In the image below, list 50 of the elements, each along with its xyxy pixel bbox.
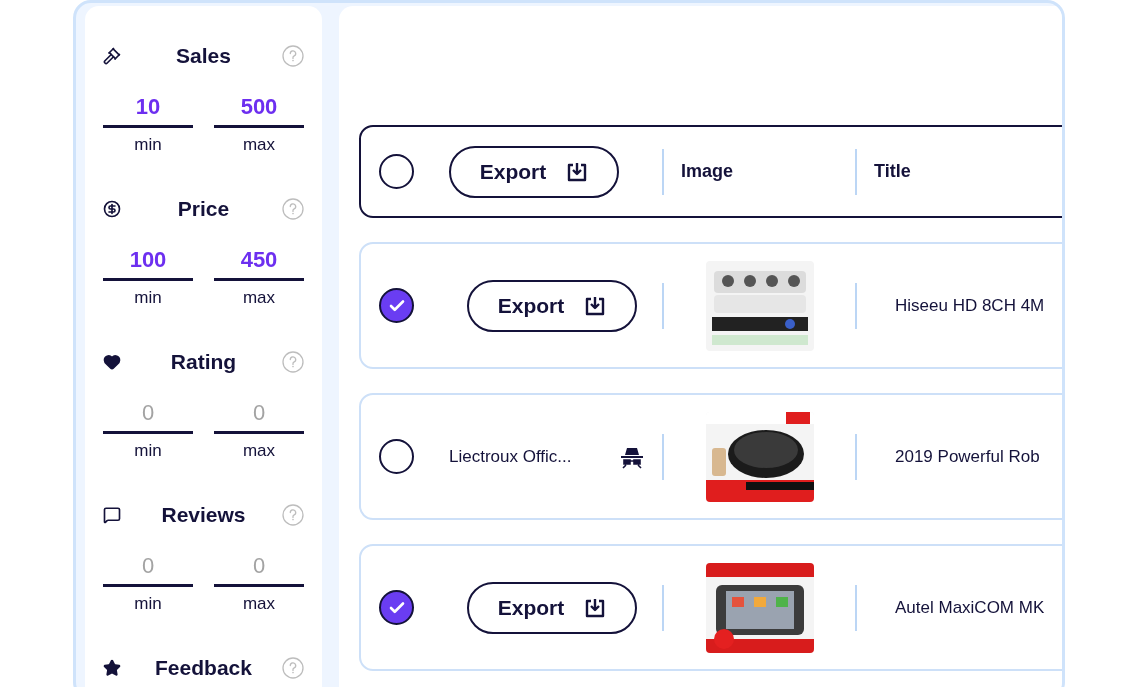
product-row[interactable]: Liectroux Offic... 2019 Powerful Rob [359, 393, 1062, 520]
export-button[interactable]: Export [467, 581, 637, 634]
help-icon[interactable] [282, 656, 304, 679]
field-label: min [134, 592, 162, 615]
number-field[interactable]: 0 [103, 548, 193, 587]
field-label: min [134, 286, 162, 309]
download-icon [566, 161, 589, 182]
filter-title: Price [176, 196, 231, 222]
seller-name: Liectroux Offic... [449, 445, 572, 468]
number-field[interactable]: 0 [103, 395, 193, 434]
filter-title: Sales [175, 43, 232, 69]
gavel-icon [103, 46, 121, 65]
field-label: max [242, 592, 276, 615]
select-checkbox[interactable] [379, 590, 414, 625]
export-button[interactable]: Export [449, 145, 619, 198]
number-field[interactable]: 10 [103, 89, 193, 128]
field-label: max [242, 286, 276, 309]
field-label: max [242, 439, 276, 462]
field-label: max [242, 133, 276, 156]
help-icon[interactable] [282, 44, 304, 67]
download-icon [584, 597, 607, 618]
product-title: Hiseeu HD 8CH 4M [895, 295, 1045, 315]
dollar-icon [103, 199, 121, 218]
download-icon [584, 295, 607, 316]
filter-title: Feedback [154, 655, 253, 681]
number-field[interactable]: 0 [214, 395, 304, 434]
select-checkbox[interactable] [379, 154, 414, 189]
star-icon [103, 658, 121, 677]
select-checkbox[interactable] [379, 288, 414, 323]
field-label: min [134, 133, 162, 156]
column-header[interactable]: Title [874, 161, 911, 181]
number-field[interactable]: 450 [214, 242, 304, 281]
export-button[interactable]: Export [467, 279, 637, 332]
field-label: min [134, 439, 162, 462]
help-icon[interactable] [282, 503, 304, 526]
help-icon[interactable] [282, 350, 304, 373]
product-row[interactable]: Export Hiseeu HD 8CH 4M [359, 242, 1062, 369]
product-title: Autel MaxiCOM MK [895, 597, 1045, 617]
message-icon [103, 505, 121, 524]
select-checkbox[interactable] [379, 439, 414, 474]
product-row[interactable]: Export Autel MaxiCOM MK [359, 544, 1062, 671]
product-title: 2019 Powerful Rob [895, 446, 1040, 466]
number-field[interactable]: 100 [103, 242, 193, 281]
help-icon[interactable] [282, 197, 304, 220]
number-field[interactable]: 500 [214, 89, 304, 128]
filter-title: Reviews [160, 502, 247, 528]
filter-title: Rating [169, 349, 238, 375]
heart-icon [103, 352, 121, 371]
column-header[interactable]: Image [681, 161, 734, 181]
number-field[interactable]: 0 [214, 548, 304, 587]
